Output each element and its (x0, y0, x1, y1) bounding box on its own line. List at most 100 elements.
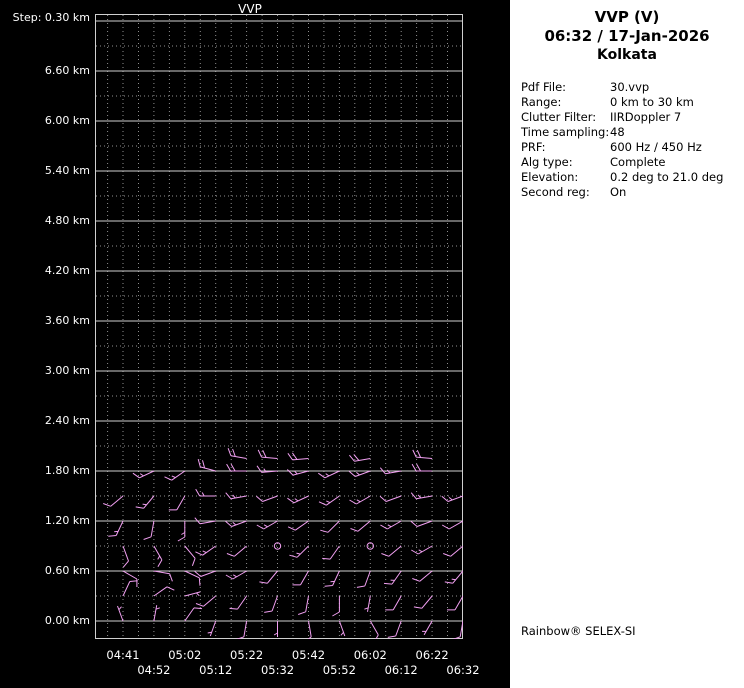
parameter-value: On (610, 185, 627, 199)
parameter-label: Clutter Filter: (521, 110, 597, 124)
wind-barb (135, 495, 155, 509)
x-tick-label: 05:02 (168, 648, 202, 662)
parameter-value: 600 Hz / 450 Hz (610, 140, 702, 154)
parameter-value: 0 km to 30 km (610, 95, 694, 109)
wind-barb (412, 570, 433, 582)
y-tick-label: 3.00 km (44, 364, 90, 377)
parameter-value: 48 (610, 125, 625, 139)
wind-barb (411, 463, 433, 472)
wind-barb (447, 595, 463, 611)
wind-barb (349, 495, 371, 505)
wind-barb (226, 545, 247, 557)
y-tick-label: 0.60 km (44, 564, 90, 577)
x-tick-label: 05:42 (291, 648, 326, 662)
wind-barb (298, 595, 309, 615)
wind-barb (356, 570, 371, 588)
wind-barb (108, 520, 124, 537)
wind-barb (177, 521, 186, 542)
parameter-value: Complete (610, 155, 666, 169)
wind-barb (385, 595, 402, 611)
x-tick-label: 05:12 (199, 663, 233, 677)
x-tick-label: 05:22 (230, 648, 264, 662)
wind-barb (379, 495, 402, 502)
wind-barb (287, 495, 309, 504)
parameter-value: 30.vvp (610, 80, 650, 94)
wind-barb (350, 520, 371, 532)
vvp-time-height-plot (95, 14, 463, 639)
wind-barb (318, 495, 340, 506)
wind-barb (441, 520, 463, 530)
wind-barb (422, 620, 433, 636)
wind-barb (195, 545, 216, 556)
wind-barb (292, 570, 309, 586)
parameter-row: PRF: 600 Hz / 450 Hz (521, 140, 744, 155)
x-tick-label: 06:22 (415, 648, 449, 662)
wind-barb (225, 520, 247, 527)
wind-barb (411, 545, 433, 555)
wind-barb (259, 570, 278, 584)
wind-barb (184, 570, 201, 586)
wind-barb (332, 596, 340, 617)
x-tick-label: 06:02 (353, 648, 387, 662)
wind-barb (122, 580, 138, 597)
parameter-label: Second reg: (521, 185, 590, 199)
wind-barb (225, 570, 247, 580)
parameter-label: Range: (521, 95, 562, 109)
parameter-row: Elevation: 0.2 deg to 21.0 deg (521, 170, 744, 185)
parameter-label: Alg type: (521, 155, 573, 169)
wind-barb (441, 495, 463, 502)
wind-barb (195, 488, 216, 497)
wind-barb (143, 520, 155, 540)
wind-barb (322, 545, 340, 560)
y-tick-label: 0.00 km (44, 614, 90, 627)
wind-barb (443, 545, 463, 557)
y-tick-label: 1.20 km (44, 514, 90, 527)
wind-barb (257, 449, 278, 459)
wind-barb (153, 605, 160, 622)
product-datetime: 06:32 / 17-Jan-2026 (544, 27, 710, 45)
parameter-value: IIRDoppler 7 (610, 110, 682, 124)
wind-barb (320, 520, 340, 533)
wind-barb (184, 607, 203, 622)
info-panel: VVP (V) 06:32 / 17-Jan-2026 Kolkata Pdf … (510, 0, 744, 688)
wind-barb (286, 469, 309, 476)
wind-barb (412, 449, 433, 459)
wind-barb (227, 448, 247, 459)
parameter-row: Range: 0 km to 30 km (521, 95, 744, 110)
wind-barb (369, 620, 379, 639)
wind-barb (287, 452, 309, 461)
wind-barb (184, 545, 196, 566)
wind-barb (289, 545, 309, 558)
wind-barb (287, 520, 309, 531)
wind-barb (184, 591, 201, 597)
parameter-label: Time sampling: (521, 125, 610, 139)
wind-barb (383, 570, 402, 585)
wind-barb (338, 620, 346, 637)
wind-barb (168, 495, 186, 511)
x-tick-label: 06:12 (384, 663, 418, 677)
wind-barb (413, 595, 433, 609)
y-tick-label: 2.40 km (44, 414, 90, 427)
wind-barb (318, 470, 340, 479)
parameter-value: 0.2 deg to 21.0 deg (610, 170, 724, 184)
x-tick-label: 04:41 (106, 648, 140, 662)
wind-barb (164, 470, 186, 481)
y-tick-label: 3.60 km (44, 314, 90, 327)
wind-barb (197, 458, 216, 472)
x-axis-labels: 04:41 04:52 05:02 05:12 05:22 05:32 05:42 05:52… (95, 648, 479, 684)
parameter-row: Pdf File: 30.vvp (521, 80, 744, 95)
wind-barb (381, 545, 402, 557)
y-tick-label: 5.40 km (44, 164, 90, 177)
grid-minor-vertical (107, 15, 448, 638)
wind-barb (194, 570, 216, 577)
wind-barb (348, 470, 371, 477)
wind-barb (410, 520, 433, 527)
x-tick-label: 04:52 (137, 663, 171, 677)
wind-barb (444, 570, 463, 584)
wind-barb (256, 495, 278, 502)
wind-barb (452, 620, 463, 639)
wind-barb (349, 454, 371, 462)
y-tick-label: 6.00 km (44, 114, 90, 127)
wind-barb (387, 620, 402, 638)
parameter-label: Elevation: (521, 170, 579, 184)
